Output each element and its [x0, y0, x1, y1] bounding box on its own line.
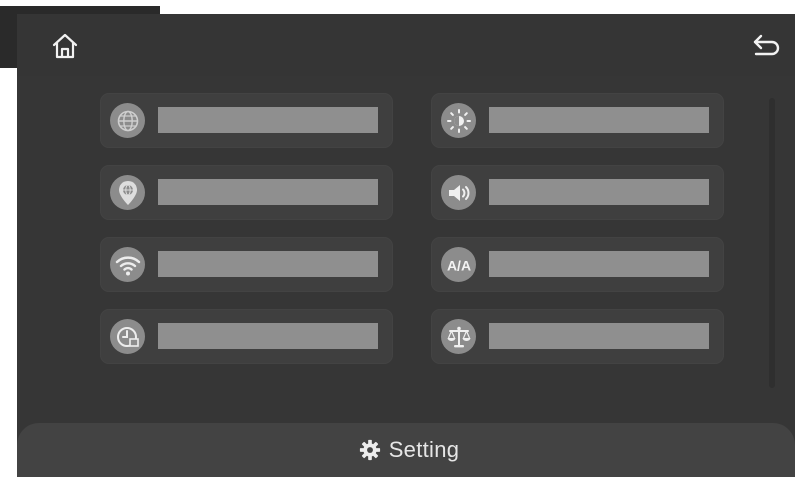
settings-item-label-placeholder	[489, 323, 709, 349]
settings-item-label-placeholder	[489, 179, 709, 205]
home-button[interactable]	[47, 28, 83, 64]
background-device-edge-highlight	[0, 0, 160, 6]
footer-bar: Setting	[17, 423, 795, 477]
back-arrow-icon	[753, 34, 780, 56]
settings-item-location[interactable]	[100, 165, 393, 220]
location-pin-icon	[110, 175, 145, 210]
volume-icon	[441, 175, 476, 210]
font-size-icon-text: A/A	[446, 257, 470, 273]
settings-item-label-placeholder	[158, 323, 378, 349]
settings-item-wifi[interactable]	[100, 237, 393, 292]
settings-item-brightness[interactable]	[431, 93, 724, 148]
photo-frame: A/A Setting	[0, 0, 795, 477]
settings-item-volume[interactable]	[431, 165, 724, 220]
font-size-icon: A/A	[441, 247, 476, 282]
settings-item-scale[interactable]	[431, 309, 724, 364]
top-bar	[17, 14, 795, 76]
settings-item-label-placeholder	[489, 251, 709, 277]
gear-icon	[359, 439, 380, 461]
settings-item-label-placeholder	[158, 107, 378, 133]
settings-item-network[interactable]	[100, 93, 393, 148]
settings-item-label-placeholder	[158, 179, 378, 205]
clock-icon	[110, 319, 145, 354]
wifi-icon	[110, 247, 145, 282]
settings-item-label-placeholder	[158, 251, 378, 277]
home-icon	[52, 33, 78, 59]
settings-item-time[interactable]	[100, 309, 393, 364]
scale-icon	[441, 319, 476, 354]
settings-item-font-size[interactable]: A/A	[431, 237, 724, 292]
back-button[interactable]	[749, 28, 785, 64]
globe-icon	[110, 103, 145, 138]
page-title: Setting	[388, 437, 460, 462]
settings-item-label-placeholder	[489, 107, 709, 133]
scrollbar-track[interactable]	[769, 98, 775, 388]
settings-screen: A/A Setting	[17, 14, 795, 477]
brightness-icon	[441, 103, 476, 138]
settings-grid: A/A	[100, 93, 724, 368]
